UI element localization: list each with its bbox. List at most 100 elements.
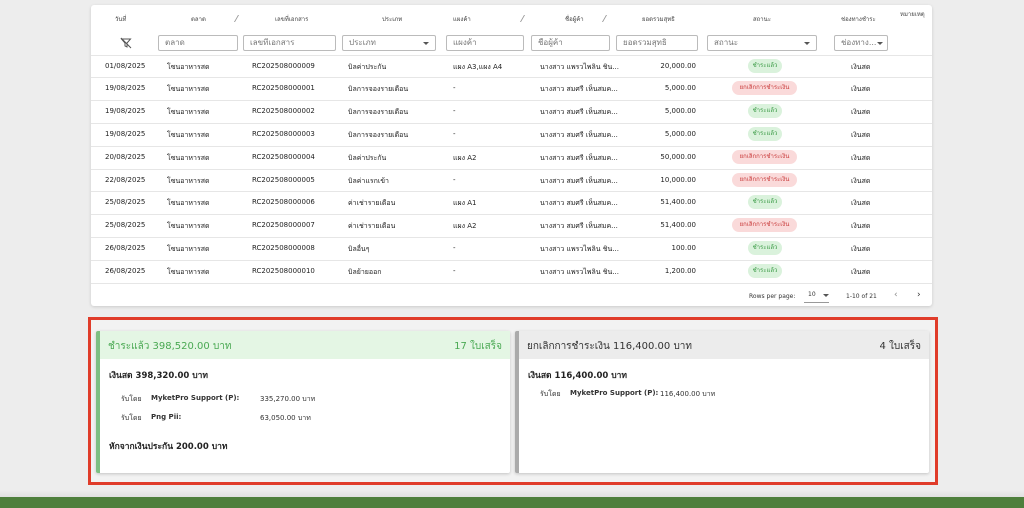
table-header-row: วันที่ ตลาด เลขที่เอกสาร ประเภท แผงค้า ช…	[91, 5, 932, 29]
header-total[interactable]: ยอดรวมสุทธิ	[642, 14, 675, 24]
cell-type: บิลการจองรายเดือน	[348, 108, 409, 117]
cell-channel: เงินสด	[851, 130, 871, 139]
vendor-filter-input[interactable]	[531, 35, 610, 51]
cell-vendor: นางสาว สมศรี เห็นสมค...	[540, 153, 618, 162]
cell-market: โซนอาหารสด	[167, 244, 210, 253]
table-row[interactable]: 26/08/2025 โซนอาหารสด RC202508000008 บิลอื่…	[91, 236, 932, 260]
table-row[interactable]: 19/08/2025 โซนอาหารสด RC202508000001 บิลการ…	[91, 77, 932, 100]
cell-doc-no: RC202508000006	[252, 198, 315, 207]
cell-doc-no: RC202508000010	[252, 266, 315, 275]
cancel-receipt-count: 4 ใบเสร็จ	[879, 341, 921, 352]
cell-type: ค่าเช่ารายเดือน	[348, 199, 396, 208]
table-row[interactable]: 22/08/2025 โซนอาหารสด RC202508000005 บิลค่า…	[91, 168, 932, 192]
total-filter-input[interactable]	[616, 35, 698, 51]
clear-filter-icon[interactable]	[120, 37, 132, 49]
cancel-summary-card: ยกเลิกการชำระเงิน 116,400.00 บาท 4 ใบเสร…	[515, 331, 929, 473]
chevron-down-icon[interactable]	[823, 294, 829, 297]
cell-date: 19/08/2025	[105, 107, 146, 116]
prev-page-icon[interactable]: ‹	[894, 290, 898, 300]
cell-stall: แผง A1	[453, 199, 477, 208]
cell-stall: -	[453, 266, 456, 275]
table-row[interactable]: 20/08/2025 โซนอาหารสด RC202508000004 บิลค่า…	[91, 145, 932, 169]
cell-stall: -	[453, 175, 456, 184]
cell-channel: เงินสด	[851, 62, 871, 71]
header-vendor[interactable]: ชื่อผู้ค้า	[565, 14, 584, 24]
cell-channel: เงินสด	[851, 108, 871, 117]
channel-filter-value: ช่องทาง...	[841, 38, 877, 47]
column-resize-handle[interactable]	[597, 15, 608, 22]
channel-filter-select[interactable]: ช่องทาง...	[834, 35, 888, 51]
cell-channel: เงินสด	[851, 176, 871, 185]
table-row[interactable]: 25/08/2025 โซนอาหารสด RC202508000007 ค่าเช่…	[91, 214, 932, 237]
status-badge: ชำระแล้ว	[748, 263, 782, 278]
table-row[interactable]: 19/08/2025 โซนอาหารสด RC202508000002 บิลการ…	[91, 100, 932, 123]
cancel-received-line: รับโดย MyketPro Support (P): 116,400.00 …	[540, 389, 920, 399]
table-row[interactable]: 01/08/2025 โซนอาหารสด RC202508000009 บิลค่า…	[91, 54, 932, 78]
doc-no-filter-input[interactable]	[243, 35, 336, 51]
type-filter-select[interactable]: ประเภท	[342, 35, 436, 51]
cell-vendor: นางสาว แพรวไพลิน ชิน...	[540, 267, 619, 276]
cell-vendor: นางสาว สมศรี เห็นสมค...	[540, 222, 618, 231]
type-filter-value: ประเภท	[349, 38, 376, 47]
cell-market: โซนอาหารสด	[167, 267, 210, 276]
cell-date: 19/08/2025	[105, 129, 146, 138]
receiver-amount: 335,270.00 บาท	[260, 395, 316, 403]
table-row[interactable]: 19/08/2025 โซนอาหารสด RC202508000003 บิลการ…	[91, 122, 932, 146]
paid-received-line: รับโดย Png Pii: 63,050.00 บาท	[121, 413, 501, 423]
header-market[interactable]: ตลาด	[191, 14, 206, 24]
header-type[interactable]: ประเภท	[382, 14, 402, 24]
header-channel[interactable]: ช่องทางชำระ	[841, 14, 876, 24]
chevron-down-icon	[423, 42, 429, 45]
next-page-icon[interactable]: ›	[917, 290, 921, 300]
cell-date: 26/08/2025	[105, 266, 146, 275]
cell-channel: เงินสด	[851, 199, 871, 208]
rows-per-page-select[interactable]: 10	[808, 291, 816, 298]
cell-doc-no: RC202508000003	[252, 129, 315, 138]
header-date[interactable]: วันที่	[115, 14, 126, 24]
cell-market: โซนอาหารสด	[167, 222, 210, 231]
status-filter-select[interactable]: สถานะ	[707, 35, 817, 51]
status-badge: ชำระแล้ว	[748, 195, 782, 210]
table-row[interactable]: 26/08/2025 โซนอาหารสด RC202508000010 บิลย้า…	[91, 259, 932, 283]
receiver-amount: 116,400.00 บาท	[660, 390, 716, 398]
status-filter-value: สถานะ	[714, 38, 738, 47]
status-badge: ชำระแล้ว	[748, 58, 782, 73]
cell-market: โซนอาหารสด	[167, 153, 210, 162]
cell-date: 25/08/2025	[105, 221, 146, 230]
deposit-deduction: หักจากเงินประกัน 200.00 บาท	[109, 442, 228, 452]
cell-date: 01/08/2025	[105, 61, 146, 70]
receipts-table: วันที่ ตลาด เลขที่เอกสาร ประเภท แผงค้า ช…	[91, 5, 932, 306]
column-resize-handle[interactable]	[515, 15, 526, 22]
cell-vendor: นางสาว สมศรี เห็นสมค...	[540, 199, 618, 208]
pagination-bar: Rows per page: 10 1-10 of 21 ‹ ›	[91, 283, 932, 306]
status-badge: ยกเลิกการชำระเงิน	[732, 172, 797, 187]
cell-date: 19/08/2025	[105, 84, 146, 93]
stall-filter-input[interactable]	[446, 35, 524, 51]
paid-summary-card: ชำระแล้ว 398,520.00 บาท 17 ใบเสร็จ เงินส…	[96, 331, 510, 473]
cell-type: บิลค่าประกัน	[348, 153, 387, 162]
cell-market: โซนอาหารสด	[167, 85, 210, 94]
header-status[interactable]: สถานะ	[753, 14, 771, 24]
cell-total: 5,000.00	[664, 107, 696, 116]
paid-total-title: ชำระแล้ว 398,520.00 บาท	[108, 341, 232, 352]
cancel-total-title: ยกเลิกการชำระเงิน 116,400.00 บาท	[527, 341, 693, 352]
market-filter-input[interactable]	[158, 35, 238, 51]
cell-market: โซนอาหารสด	[167, 62, 210, 71]
cell-market: โซนอาหารสด	[167, 108, 210, 117]
header-doc-no[interactable]: เลขที่เอกสาร	[275, 14, 308, 24]
cell-stall: -	[453, 129, 456, 138]
status-badge: ชำระแล้ว	[748, 240, 782, 255]
cancel-summary-header: ยกเลิกการชำระเงิน 116,400.00 บาท 4 ใบเสร…	[519, 331, 929, 359]
cell-total: 51,400.00	[660, 221, 696, 230]
cell-total: 5,000.00	[664, 84, 696, 93]
cell-total: 20,000.00	[660, 61, 696, 70]
cell-channel: เงินสด	[851, 222, 871, 231]
header-note[interactable]: หมายเหตุ	[900, 9, 925, 19]
cell-stall: แผง A3,แผง A4	[453, 62, 503, 71]
column-resize-handle[interactable]	[229, 15, 240, 22]
header-stall[interactable]: แผงค้า	[453, 14, 471, 24]
received-by-label: รับโดย	[121, 395, 142, 403]
cell-market: โซนอาหารสด	[167, 130, 210, 139]
cell-vendor: นางสาว แพรวไพลิน ชิน...	[540, 244, 619, 253]
table-row[interactable]: 25/08/2025 โซนอาหารสด RC202508000006 ค่าเช่…	[91, 191, 932, 214]
